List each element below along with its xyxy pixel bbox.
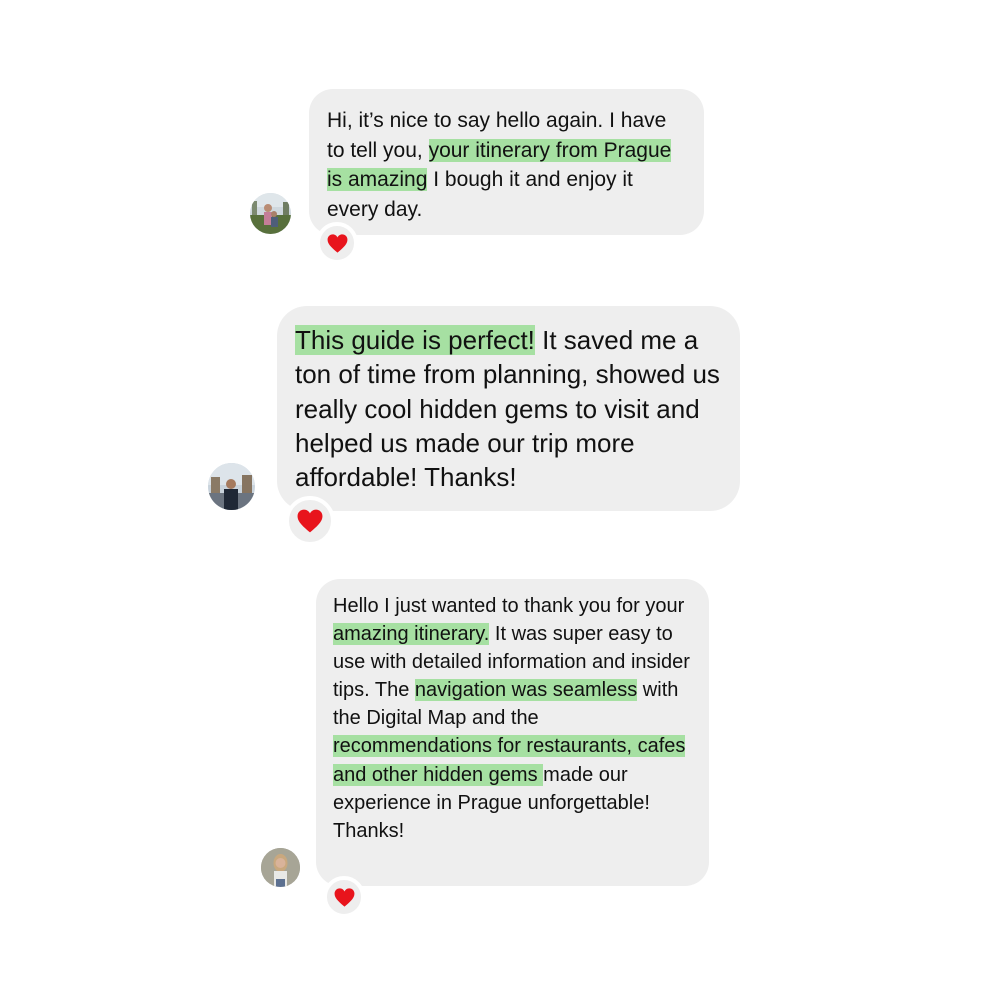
highlighted-text: This guide is perfect! bbox=[295, 325, 535, 355]
red-heart-icon bbox=[327, 233, 347, 253]
chat-screenshot: Hi, it’s nice to say hello again. I have… bbox=[0, 0, 1000, 1000]
red-heart-icon bbox=[297, 509, 323, 533]
red-heart-icon bbox=[334, 887, 354, 907]
sender-avatar[interactable] bbox=[261, 848, 300, 887]
message-text: Hi, it’s nice to say hello again. I have… bbox=[327, 106, 686, 224]
message-bubble: This guide is perfect! It saved me a ton… bbox=[277, 306, 740, 511]
message-text-segment: Hello I just wanted to thank you for you… bbox=[333, 595, 685, 617]
highlighted-text: navigation was seamless bbox=[414, 679, 638, 702]
message-text: Hello I just wanted to thank you for you… bbox=[333, 592, 693, 845]
reaction-badge[interactable] bbox=[316, 222, 358, 264]
message-bubble: Hello I just wanted to thank you for you… bbox=[316, 579, 709, 886]
highlighted-text: amazing itinerary. bbox=[333, 623, 490, 646]
sender-avatar[interactable] bbox=[250, 193, 291, 234]
highlighted-text: recommendations for restaurants, cafes a… bbox=[333, 735, 686, 786]
message-bubble: Hi, it’s nice to say hello again. I have… bbox=[309, 89, 704, 235]
message-text: This guide is perfect! It saved me a ton… bbox=[295, 323, 722, 494]
reaction-badge[interactable] bbox=[323, 876, 365, 918]
reaction-badge[interactable] bbox=[285, 496, 335, 546]
sender-avatar[interactable] bbox=[208, 463, 255, 510]
